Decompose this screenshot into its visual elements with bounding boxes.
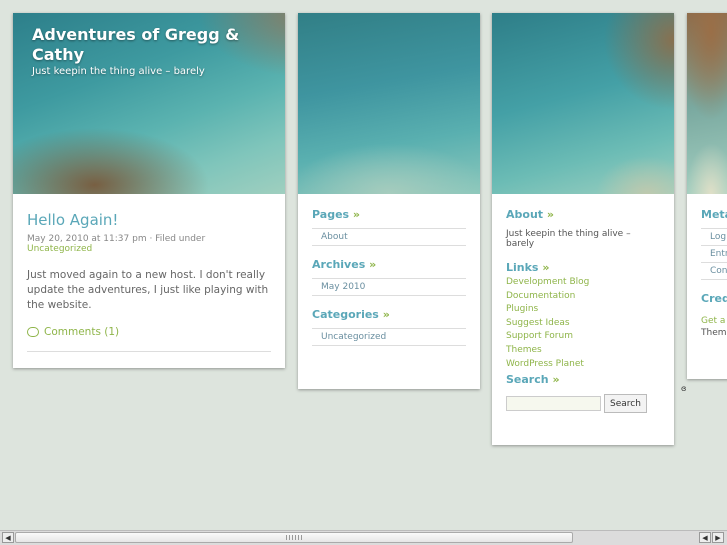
archives-heading: Archives » (312, 258, 377, 271)
sidebar-column-2: Pages » About Archives » May 2010 Catego… (298, 13, 480, 389)
comments-label[interactable]: Comments (1) (44, 326, 119, 338)
sidebar-column-4: Meta Log Entr Con Cred Get a Theme (687, 13, 727, 379)
meta-link-comments[interactable]: Con (701, 262, 727, 280)
column-photo (492, 13, 674, 194)
sidebar-column-3: About » Just keepin the thing alive – ba… (492, 13, 674, 445)
scroll-left-button-end[interactable]: ◀ (699, 532, 711, 543)
link-wordpress-planet[interactable]: WordPress Planet (506, 358, 660, 372)
post: Hello Again! May 20, 2010 at 11:37 pm · … (13, 194, 285, 352)
post-divider (27, 351, 271, 352)
credits-line-1[interactable]: Get a (701, 316, 725, 326)
column-photo (298, 13, 480, 194)
sidebar-widgets: About » Just keepin the thing alive – ba… (492, 194, 674, 414)
search-button[interactable]: Search (604, 394, 647, 414)
site-title[interactable]: Adventures of Gregg & Cathy (32, 25, 262, 65)
post-body: Just moved again to a new host. I don't … (27, 269, 269, 311)
search-form: Search (506, 394, 660, 414)
post-date: May 20, 2010 at 11:37 pm · Filed under (27, 234, 206, 244)
link-documentation[interactable]: Documentation (506, 290, 660, 304)
comment-bubble-icon (27, 327, 39, 337)
categories-list: Uncategorized (312, 328, 466, 346)
search-input[interactable] (506, 396, 601, 412)
links-list: Development Blog Documentation Plugins S… (506, 276, 660, 371)
links-heading: Links » (506, 261, 550, 274)
link-suggest-ideas[interactable]: Suggest Ideas (506, 317, 660, 331)
sidebar-widgets: Pages » About Archives » May 2010 Catego… (298, 194, 480, 346)
post-title[interactable]: Hello Again! (27, 211, 271, 229)
credits-line-2[interactable]: Theme (701, 328, 727, 338)
column-photo (687, 13, 727, 194)
meta-link-login[interactable]: Log (701, 228, 727, 245)
scroll-right-button[interactable]: ▶ (712, 532, 724, 543)
horizontal-scrollbar[interactable]: ◀ ◀ ▶ (0, 530, 727, 545)
header-photo: Adventures of Gregg & Cathy Just keepin … (13, 13, 285, 194)
pages-list: About (312, 228, 466, 246)
meta-list: Log Entr Con (701, 228, 727, 280)
archive-link-may-2010[interactable]: May 2010 (312, 278, 466, 296)
about-text: Just keepin the thing alive – barely (506, 229, 631, 249)
meta-heading: Meta (701, 208, 727, 221)
cursor-icon: ɞ (681, 384, 687, 393)
category-link-uncategorized[interactable]: Uncategorized (312, 328, 466, 346)
page-link-about[interactable]: About (312, 228, 466, 246)
sidebar-widgets: Meta Log Entr Con Cred Get a Theme (687, 194, 727, 339)
meta-link-entries[interactable]: Entr (701, 245, 727, 262)
scroll-grip-icon (286, 535, 302, 540)
link-themes[interactable]: Themes (506, 344, 660, 358)
link-plugins[interactable]: Plugins (506, 303, 660, 317)
site-description: Just keepin the thing alive – barely (32, 66, 205, 77)
link-support-forum[interactable]: Support Forum (506, 330, 660, 344)
pages-heading: Pages » (312, 208, 361, 221)
post-category-link[interactable]: Uncategorized (27, 244, 92, 254)
credits-heading: Cred (701, 292, 727, 305)
about-heading: About » (506, 208, 554, 221)
link-development-blog[interactable]: Development Blog (506, 276, 660, 290)
categories-heading: Categories » (312, 308, 390, 321)
comments-link[interactable]: Comments (1) (27, 326, 271, 338)
scroll-thumb[interactable] (15, 532, 573, 543)
post-card: Adventures of Gregg & Cathy Just keepin … (13, 13, 285, 368)
post-meta: May 20, 2010 at 11:37 pm · Filed under U… (27, 234, 271, 254)
search-heading: Search » (506, 373, 560, 387)
archives-list: May 2010 (312, 278, 466, 296)
scroll-left-button[interactable]: ◀ (2, 532, 14, 543)
credits-text: Get a Theme (701, 315, 727, 339)
